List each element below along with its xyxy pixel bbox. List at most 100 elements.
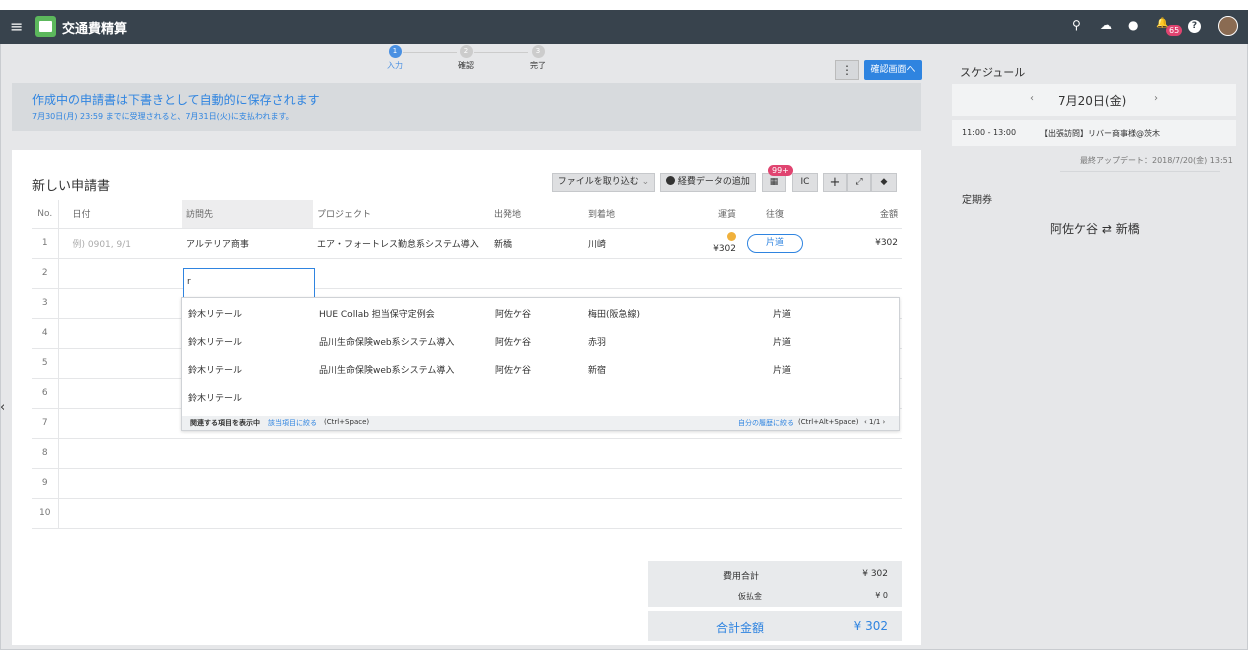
pagination[interactable]: ‹ 1/1 › (864, 418, 885, 426)
roundtrip-cell: 片道 (740, 227, 810, 258)
suggestion-project: HUE Collab 担当保守定例会 (319, 310, 435, 320)
step-1: 1 入力 (375, 45, 415, 71)
suggestion-to: 赤羽 (588, 338, 607, 348)
col-roundtrip: 往復 (765, 210, 784, 221)
suggestion-to: 梅田(阪急線) (588, 310, 641, 320)
ic-button[interactable]: IC (792, 173, 818, 192)
row-number: 7 (32, 407, 59, 438)
filter-history-link[interactable]: 自分の履歴に絞る (738, 418, 794, 428)
col-fare: 運賃 (717, 210, 736, 221)
prev-date-icon[interactable]: ‹ (1030, 93, 1034, 104)
suggestion-dropdown: 鈴木リテール HUE Collab 担当保守定例会 阿佐ケ谷 梅田(阪急線) 片… (181, 297, 900, 431)
dollar-icon (666, 176, 676, 185)
project-cell[interactable]: エア・フォートレス勤怠系システム導入 (313, 227, 490, 258)
search-icon[interactable]: ⚲ (1072, 18, 1081, 32)
import-file-button[interactable]: ファイルを取り込む ⌄ (552, 173, 655, 192)
step-dot: 2 (459, 45, 473, 58)
col-visit: 訪問先 (182, 200, 313, 228)
advance-value: ¥ 0 (875, 591, 888, 600)
grand-total-box: 合計金額 ¥ 302 (648, 611, 902, 641)
help-icon[interactable]: ? (1188, 20, 1201, 33)
chat-icon[interactable]: ● (1128, 18, 1138, 32)
suggestion-item[interactable]: 鈴木リテール (182, 382, 899, 410)
suggestion-project: 品川生命保険web系システム導入 (319, 366, 455, 376)
suggestion-trip: 片道 (773, 366, 792, 376)
table-row: 8 (32, 437, 902, 468)
suggestion-project: 品川生命保険web系システム導入 (319, 338, 455, 348)
step-2: 2 確認 (446, 45, 486, 71)
col-from: 出発地 (494, 210, 522, 221)
suggestion-visit: 鈴木リテール (188, 366, 243, 376)
app-logo-icon (35, 16, 56, 37)
collapse-arrow-icon[interactable]: ‹ (0, 400, 5, 415)
step-dot: 3 (531, 45, 545, 58)
table-row: 1 例) 0901, 9/1 アルテリア商事 エア・フォートレス勤怠系システム導… (32, 227, 902, 258)
visit-input[interactable]: r (183, 268, 315, 298)
commuter-title: 定期券 (962, 195, 992, 206)
suggestion-item[interactable]: 鈴木リテール 品川生命保険web系システム導入 阿佐ケ谷 赤羽 片道 (182, 326, 899, 354)
grand-total-label: 合計金額 (716, 621, 765, 635)
totals-panel: 費用合計 ¥ 302 仮払金 ¥ 0 合計金額 ¥ 302 (648, 561, 902, 641)
schedule-event[interactable]: 11:00 - 13:00 【出張訪問】リバー商事様@茨木 (952, 120, 1236, 146)
avatar[interactable] (1218, 16, 1238, 36)
application-form: 新しい申請書 ファイルを取り込む ⌄ 経費データの追加 ▦ 99+ IC + ⤢… (12, 150, 921, 645)
empty-row[interactable] (58, 437, 902, 468)
one-way-toggle[interactable]: 片道 (747, 233, 803, 253)
empty-row[interactable] (58, 497, 902, 528)
route-arrow-icon: ⇄ (1101, 222, 1112, 236)
date-cell[interactable]: 例) 0901, 9/1 (58, 227, 182, 258)
count-badge: 99+ (768, 165, 793, 176)
menu-icon[interactable]: ≡ (10, 17, 23, 36)
table-header-row: No. 日付 訪問先 プロジェクト 出発地 到着地 運賃 往復 金額 (32, 200, 902, 228)
empty-row[interactable] (58, 467, 902, 498)
row-number: 4 (32, 317, 59, 348)
expense-total-value: ¥ 302 (862, 569, 888, 579)
inbox-icon[interactable]: ☁ (1100, 18, 1112, 32)
suggestion-item[interactable]: 鈴木リテール 品川生命保険web系システム導入 阿佐ケ谷 新宿 片道 (182, 354, 899, 382)
app-header: ≡ 交通費精算 ⚲ ☁ ● 🔔 65 ? (0, 10, 1248, 44)
step-dot: 1 (388, 45, 402, 58)
amount-cell: ¥302 (810, 227, 902, 258)
autosave-notice: 作成中の申請書は下書きとして自動的に保存されます 7月30日(月) 23:59 … (12, 83, 921, 131)
row-number: 5 (32, 347, 59, 378)
add-expense-data-button[interactable]: 経費データの追加 (660, 173, 756, 192)
confirm-screen-button[interactable]: 確認画面へ (864, 60, 922, 80)
fare-cell: ¥302 (696, 227, 740, 258)
from-cell[interactable]: 新橋 (490, 227, 584, 258)
schedule-title: スケジュール (960, 66, 1026, 79)
commuter-route: 阿佐ケ谷 ⇄ 新橋 (1050, 220, 1140, 237)
row-number: 9 (32, 467, 59, 498)
date-navigator: ‹ 7月20日(金) › (952, 84, 1236, 116)
col-to: 到着地 (588, 210, 616, 221)
grand-total-value: ¥ 302 (853, 619, 888, 633)
suggestion-item[interactable]: 鈴木リテール HUE Collab 担当保守定例会 阿佐ケ谷 梅田(阪急線) 片… (182, 298, 899, 326)
expand-icon[interactable]: ⤢ (847, 173, 871, 192)
table-row: 10 (32, 497, 902, 528)
col-amount: 金額 (879, 210, 898, 221)
notice-subline: 7月30日(月) 23:59 までに受理されると、7月31日(火)に支払われます… (32, 112, 294, 121)
add-row-button[interactable]: + (823, 173, 847, 192)
suggestion-trip: 片道 (773, 310, 792, 320)
form-title: 新しい申請書 (32, 179, 111, 194)
suggestion-visit: 鈴木リテール (188, 338, 243, 348)
chevron-down-icon: ⌄ (641, 177, 650, 187)
fare-value: ¥302 (713, 244, 736, 254)
eraser-icon[interactable]: ◆ (871, 173, 897, 192)
step-label: 確認 (458, 61, 474, 70)
last-update: 最終アップデート：2018/7/20(金) 13:51 (1080, 156, 1233, 165)
visit-cell[interactable]: アルテリア商事 (182, 227, 313, 258)
notice-headline: 作成中の申請書は下書きとして自動的に保存されます (32, 93, 320, 107)
row-number: 8 (32, 437, 59, 468)
col-project: プロジェクト (317, 210, 372, 221)
table-row: 2 (32, 257, 902, 288)
app-title: 交通費精算 (62, 22, 128, 37)
row-number: 2 (32, 257, 59, 288)
to-cell[interactable]: 川崎 (584, 227, 696, 258)
expense-total-label: 費用合計 (723, 572, 760, 582)
more-options-button[interactable]: ⋮ (835, 60, 859, 80)
suggestion-trip: 片道 (773, 338, 792, 348)
col-no: No. (32, 200, 59, 228)
next-date-icon[interactable]: › (1154, 93, 1158, 104)
step-label: 入力 (387, 61, 403, 70)
filter-related-link[interactable]: 該当項目に絞る (268, 418, 317, 428)
